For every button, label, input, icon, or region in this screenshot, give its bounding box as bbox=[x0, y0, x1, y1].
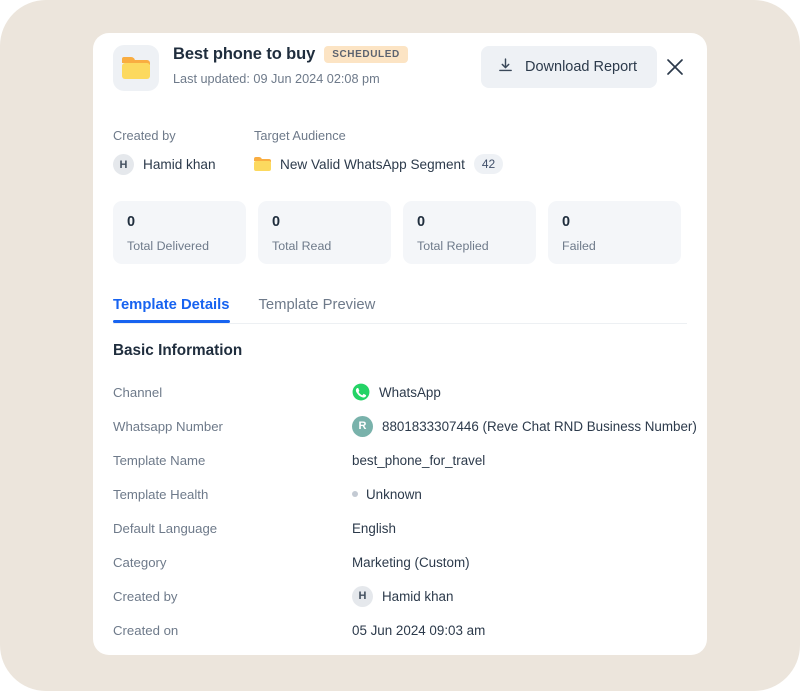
stat-card-total-replied: 0 Total Replied bbox=[403, 201, 536, 264]
detail-value-text: 8801833307446 (Reve Chat RND Business Nu… bbox=[382, 418, 697, 434]
download-report-button[interactable]: Download Report bbox=[481, 46, 658, 88]
detail-value: best_phone_for_travel bbox=[352, 453, 485, 468]
target-audience-label: Target Audience bbox=[254, 128, 346, 143]
target-audience-block: Target Audience New Valid WhatsApp Segme… bbox=[254, 128, 504, 175]
detail-value: Unknown bbox=[352, 487, 422, 502]
segment-name: New Valid WhatsApp Segment bbox=[280, 156, 465, 172]
detail-row-whatsapp-number: Whatsapp Number R 8801833307446 (Reve Ch… bbox=[113, 409, 707, 443]
detail-key: Template Name bbox=[113, 452, 206, 468]
folder-icon bbox=[113, 45, 159, 91]
detail-row-created-by: Created by H Hamid khan bbox=[113, 579, 707, 613]
campaign-detail-card: Best phone to buy SCHEDULED Last updated… bbox=[93, 33, 707, 655]
tab-template-details[interactable]: Template Details bbox=[113, 297, 230, 323]
stat-label: Total Read bbox=[272, 238, 332, 253]
detail-value: 05 Jun 2024 09:03 am bbox=[352, 623, 485, 638]
stat-card-total-read: 0 Total Read bbox=[258, 201, 391, 264]
stat-value: 0 bbox=[562, 214, 571, 230]
card-header: Best phone to buy SCHEDULED Last updated… bbox=[93, 33, 707, 105]
stat-card-total-delivered: 0 Total Delivered bbox=[113, 201, 246, 264]
detail-row-template-health: Template Health Unknown bbox=[113, 477, 707, 511]
tabs-divider bbox=[113, 323, 687, 324]
detail-value: H Hamid khan bbox=[352, 585, 454, 607]
avatar: H bbox=[113, 154, 134, 175]
detail-value-text: Hamid khan bbox=[382, 588, 454, 604]
status-dot-icon bbox=[352, 491, 358, 497]
title-row: Best phone to buy SCHEDULED bbox=[173, 45, 408, 64]
close-icon[interactable] bbox=[663, 55, 687, 79]
download-report-label: Download Report bbox=[525, 59, 638, 75]
stat-value: 0 bbox=[417, 214, 426, 230]
detail-key: Template Health bbox=[113, 486, 209, 502]
detail-value: English bbox=[352, 521, 396, 536]
created-by-name: Hamid khan bbox=[143, 157, 216, 172]
detail-value-text: WhatsApp bbox=[379, 384, 441, 400]
tabs-bar: Template Details Template Preview bbox=[113, 291, 687, 324]
detail-key: Channel bbox=[113, 384, 163, 400]
detail-value-text: English bbox=[352, 520, 396, 536]
segment-count-badge: 42 bbox=[473, 154, 504, 175]
whatsapp-icon bbox=[352, 383, 370, 401]
created-by-block: Created by H Hamid khan bbox=[113, 128, 216, 175]
detail-value: Marketing (Custom) bbox=[352, 555, 470, 570]
basic-information-list: Channel WhatsApp Whatsapp Number R 88018… bbox=[113, 375, 707, 647]
stat-value: 0 bbox=[272, 214, 281, 230]
stat-card-failed: 0 Failed bbox=[548, 201, 681, 264]
tab-template-preview[interactable]: Template Preview bbox=[259, 297, 376, 323]
detail-key: Category bbox=[113, 554, 167, 570]
created-by-value: H Hamid khan bbox=[113, 154, 216, 175]
target-audience-value[interactable]: New Valid WhatsApp Segment 42 bbox=[254, 154, 504, 175]
detail-key: Created on bbox=[113, 622, 179, 638]
avatar: R bbox=[352, 415, 373, 437]
detail-value: WhatsApp bbox=[352, 383, 441, 401]
detail-row-category: Category Marketing (Custom) bbox=[113, 545, 707, 579]
created-by-label: Created by bbox=[113, 128, 176, 143]
detail-row-template-name: Template Name best_phone_for_travel bbox=[113, 443, 707, 477]
detail-row-channel: Channel WhatsApp bbox=[113, 375, 707, 409]
detail-value: R 8801833307446 (Reve Chat RND Business … bbox=[352, 415, 697, 437]
stats-row: 0 Total Delivered 0 Total Read 0 Total R… bbox=[113, 201, 681, 264]
detail-key: Whatsapp Number bbox=[113, 418, 223, 434]
stat-label: Total Replied bbox=[417, 238, 489, 253]
detail-value-text: Marketing (Custom) bbox=[352, 554, 470, 570]
detail-value-text: Unknown bbox=[366, 486, 422, 502]
last-updated-text: Last updated: 09 Jun 2024 02:08 pm bbox=[173, 72, 380, 86]
page-root: Best phone to buy SCHEDULED Last updated… bbox=[0, 0, 800, 691]
page-title: Best phone to buy bbox=[173, 45, 316, 63]
detail-key: Created by bbox=[113, 588, 178, 604]
detail-value-text: best_phone_for_travel bbox=[352, 452, 486, 468]
stat-label: Total Delivered bbox=[127, 238, 209, 253]
stat-value: 0 bbox=[127, 214, 136, 230]
download-icon bbox=[497, 57, 514, 77]
status-badge: SCHEDULED bbox=[324, 46, 408, 63]
section-title-basic-information: Basic Information bbox=[113, 342, 243, 359]
stat-label: Failed bbox=[562, 238, 596, 253]
avatar: H bbox=[352, 585, 373, 607]
detail-row-created-on: Created on 05 Jun 2024 09:03 am bbox=[113, 613, 707, 647]
folder-icon bbox=[254, 157, 271, 172]
detail-row-default-language: Default Language English bbox=[113, 511, 707, 545]
detail-value-text: 05 Jun 2024 09:03 am bbox=[352, 622, 486, 638]
detail-key: Default Language bbox=[113, 520, 218, 536]
